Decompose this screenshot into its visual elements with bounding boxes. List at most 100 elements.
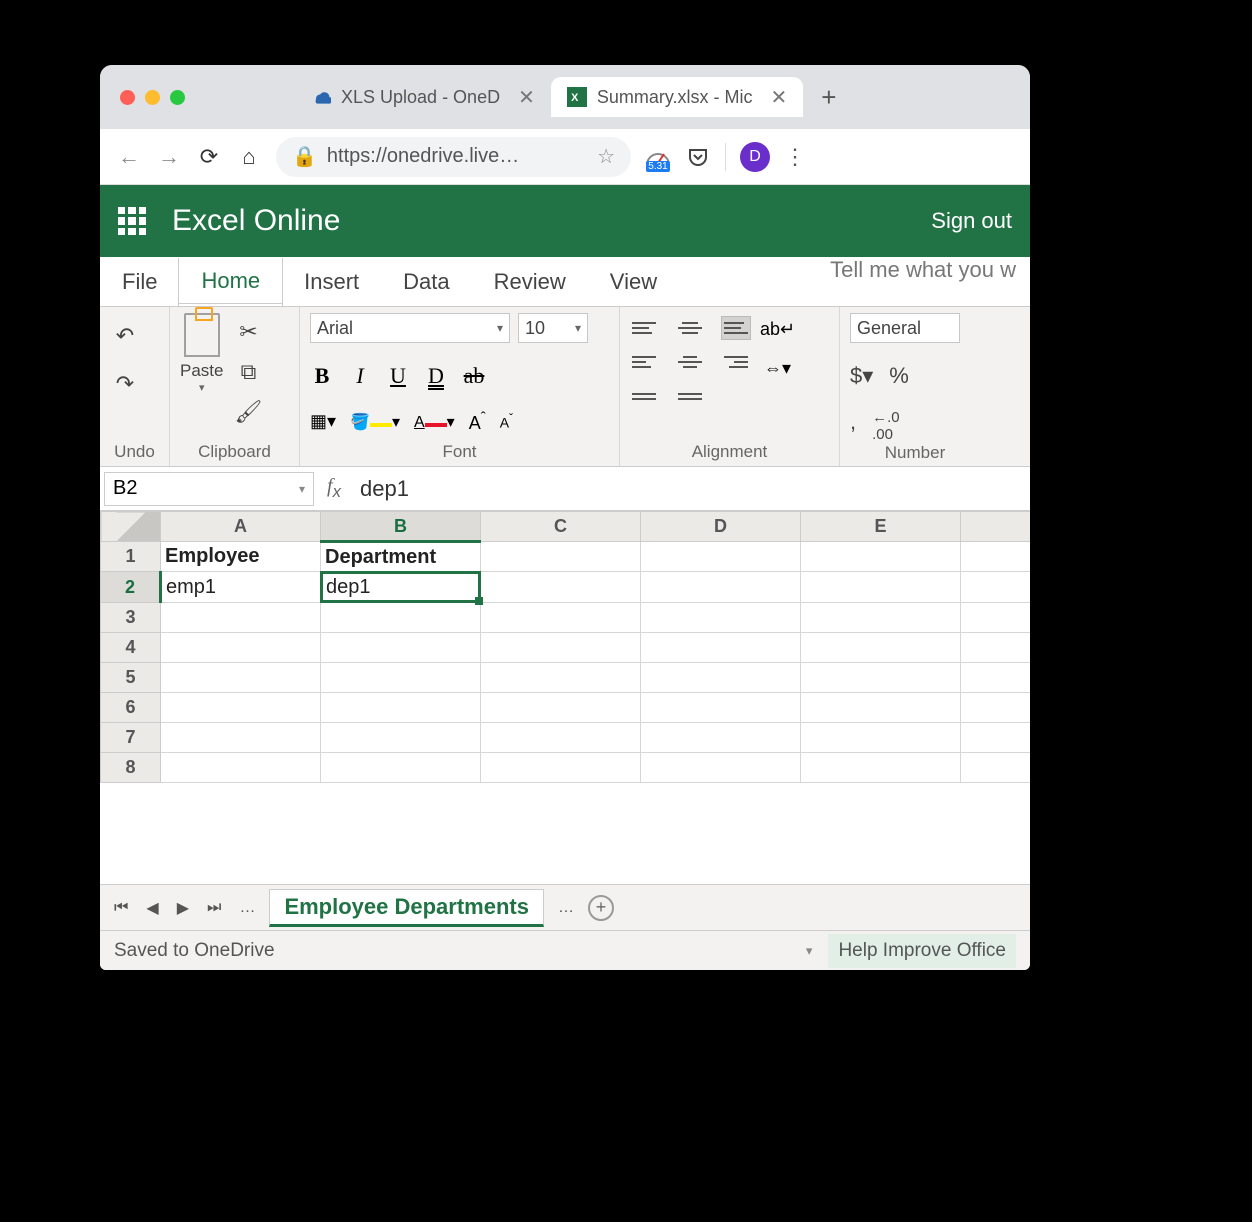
maximize-window-button[interactable] — [170, 90, 185, 105]
sign-out-link[interactable]: Sign out — [931, 208, 1012, 234]
cell-e2[interactable] — [801, 572, 961, 603]
col-header-d[interactable]: D — [641, 512, 801, 542]
back-button[interactable]: ← — [116, 144, 142, 170]
select-all-corner[interactable] — [101, 512, 161, 542]
menu-home[interactable]: Home — [179, 258, 282, 307]
profile-avatar[interactable]: D — [740, 142, 770, 172]
menu-data[interactable]: Data — [381, 257, 471, 306]
format-painter-button[interactable]: 🖌 — [233, 397, 263, 427]
sheet-nav-first-icon[interactable]: ⏮ — [110, 899, 132, 917]
row-header-4[interactable]: 4 — [101, 633, 161, 663]
grow-font-button[interactable]: Aˆ — [469, 409, 486, 434]
sheet-list-menu[interactable]: … — [235, 899, 259, 917]
browser-tab-onedrive[interactable]: XLS Upload - OneD ✕ — [295, 77, 551, 117]
menu-review[interactable]: Review — [472, 257, 588, 306]
row-header-8[interactable]: 8 — [101, 753, 161, 783]
cell-f2[interactable] — [961, 572, 1031, 603]
app-launcher-icon[interactable] — [118, 207, 146, 235]
col-header-e[interactable]: E — [801, 512, 961, 542]
cell-c2[interactable] — [481, 572, 641, 603]
undo-button[interactable]: ↶ — [110, 321, 140, 351]
paste-button[interactable]: Paste ▾ — [180, 313, 223, 394]
cell-b2[interactable]: dep1 — [321, 572, 480, 602]
redo-button[interactable]: ↷ — [110, 369, 140, 399]
row-header-3[interactable]: 3 — [101, 603, 161, 633]
font-size-select[interactable]: 10▾ — [518, 313, 588, 343]
borders-button[interactable]: ▦▾ — [310, 411, 336, 432]
col-header-f[interactable]: F — [961, 512, 1031, 542]
browser-tab-excel[interactable]: X Summary.xlsx - Mic ✕ — [551, 77, 803, 117]
font-color-button[interactable]: A▾ — [414, 412, 455, 432]
reload-button[interactable]: ⟳ — [196, 144, 222, 170]
italic-button[interactable]: I — [348, 363, 372, 389]
row-header-2[interactable]: 2 — [101, 572, 161, 603]
cell-d1[interactable] — [641, 542, 801, 572]
font-name-select[interactable]: Arial▾ — [310, 313, 510, 343]
double-underline-button[interactable]: D — [424, 363, 448, 389]
row-header-1[interactable]: 1 — [101, 542, 161, 572]
row-header-7[interactable]: 7 — [101, 723, 161, 753]
close-window-button[interactable] — [120, 90, 135, 105]
address-bar[interactable]: 🔒 https://onedrive.live… ☆ — [276, 137, 631, 177]
extension-speed[interactable]: 5.31 — [645, 144, 671, 170]
align-right-button[interactable] — [722, 351, 750, 373]
status-dropdown-icon[interactable]: ▾ — [806, 943, 813, 959]
spreadsheet-grid[interactable]: A B C D E F 1 Employee Department 2 emp1… — [100, 511, 1030, 884]
underline-button[interactable]: U — [386, 363, 410, 389]
menu-file[interactable]: File — [100, 257, 179, 306]
sheet-nav-last-icon[interactable]: ⏭ — [203, 899, 225, 917]
name-box[interactable]: B2▾ — [104, 472, 314, 506]
browser-menu-button[interactable]: ⋮ — [784, 144, 806, 170]
cell-c1[interactable] — [481, 542, 641, 572]
col-header-c[interactable]: C — [481, 512, 641, 542]
extension-pocket[interactable] — [685, 144, 711, 170]
menu-view[interactable]: View — [588, 257, 679, 306]
number-format-select[interactable]: General — [850, 313, 960, 343]
merge-center-button[interactable]: ⇔▾ — [764, 358, 791, 379]
align-bottom-button[interactable] — [722, 317, 750, 339]
shrink-font-button[interactable]: Aˇ — [500, 412, 513, 431]
comma-button[interactable]: , — [850, 409, 856, 443]
col-header-a[interactable]: A — [161, 512, 321, 542]
tell-me-search[interactable]: Tell me what you w — [830, 257, 1030, 306]
cell-a1[interactable]: Employee — [161, 542, 321, 572]
row-header-5[interactable]: 5 — [101, 663, 161, 693]
add-sheet-button[interactable]: + — [588, 895, 614, 921]
home-button[interactable]: ⌂ — [236, 144, 262, 170]
percent-button[interactable]: % — [889, 363, 909, 389]
sheet-tab-overflow[interactable]: … — [554, 899, 578, 917]
align-middle-button[interactable] — [676, 317, 704, 339]
fill-color-button[interactable]: 🪣▾ — [350, 412, 400, 432]
align-left-button[interactable] — [630, 351, 658, 373]
bold-button[interactable]: B — [310, 363, 334, 389]
new-tab-button[interactable]: + — [803, 82, 854, 113]
align-center-button[interactable] — [676, 351, 704, 373]
close-tab-icon[interactable]: ✕ — [771, 85, 788, 110]
cell-b1[interactable]: Department — [321, 542, 481, 572]
copy-button[interactable]: ⧉ — [233, 357, 263, 387]
close-tab-icon[interactable]: ✕ — [518, 85, 535, 110]
strikethrough-button[interactable]: ab — [462, 363, 486, 389]
cell-e1[interactable] — [801, 542, 961, 572]
sheet-nav-next-icon[interactable]: ▶ — [173, 898, 193, 918]
increase-decimal-button[interactable]: ←.0.00 — [872, 409, 900, 443]
currency-button[interactable]: $▾ — [850, 363, 873, 389]
increase-indent-button[interactable] — [676, 385, 704, 407]
formula-input[interactable]: dep1 — [354, 476, 1030, 502]
wrap-text-button[interactable]: ab↵ — [760, 319, 795, 340]
minimize-window-button[interactable] — [145, 90, 160, 105]
bookmark-star-icon[interactable]: ☆ — [597, 144, 615, 169]
cell-f1[interactable] — [961, 542, 1031, 572]
cut-button[interactable]: ✂ — [233, 317, 263, 347]
fx-icon[interactable]: fx — [314, 475, 354, 502]
align-top-button[interactable] — [630, 317, 658, 339]
row-header-6[interactable]: 6 — [101, 693, 161, 723]
help-improve-office-link[interactable]: Help Improve Office — [828, 934, 1016, 968]
forward-button[interactable]: → — [156, 144, 182, 170]
sheet-nav-prev-icon[interactable]: ◀ — [142, 898, 162, 918]
decrease-indent-button[interactable] — [630, 385, 658, 407]
cell-d2[interactable] — [641, 572, 801, 603]
cell-a2[interactable]: emp1 — [161, 572, 321, 603]
menu-insert[interactable]: Insert — [282, 257, 381, 306]
sheet-tab-active[interactable]: Employee Departments — [269, 889, 544, 927]
